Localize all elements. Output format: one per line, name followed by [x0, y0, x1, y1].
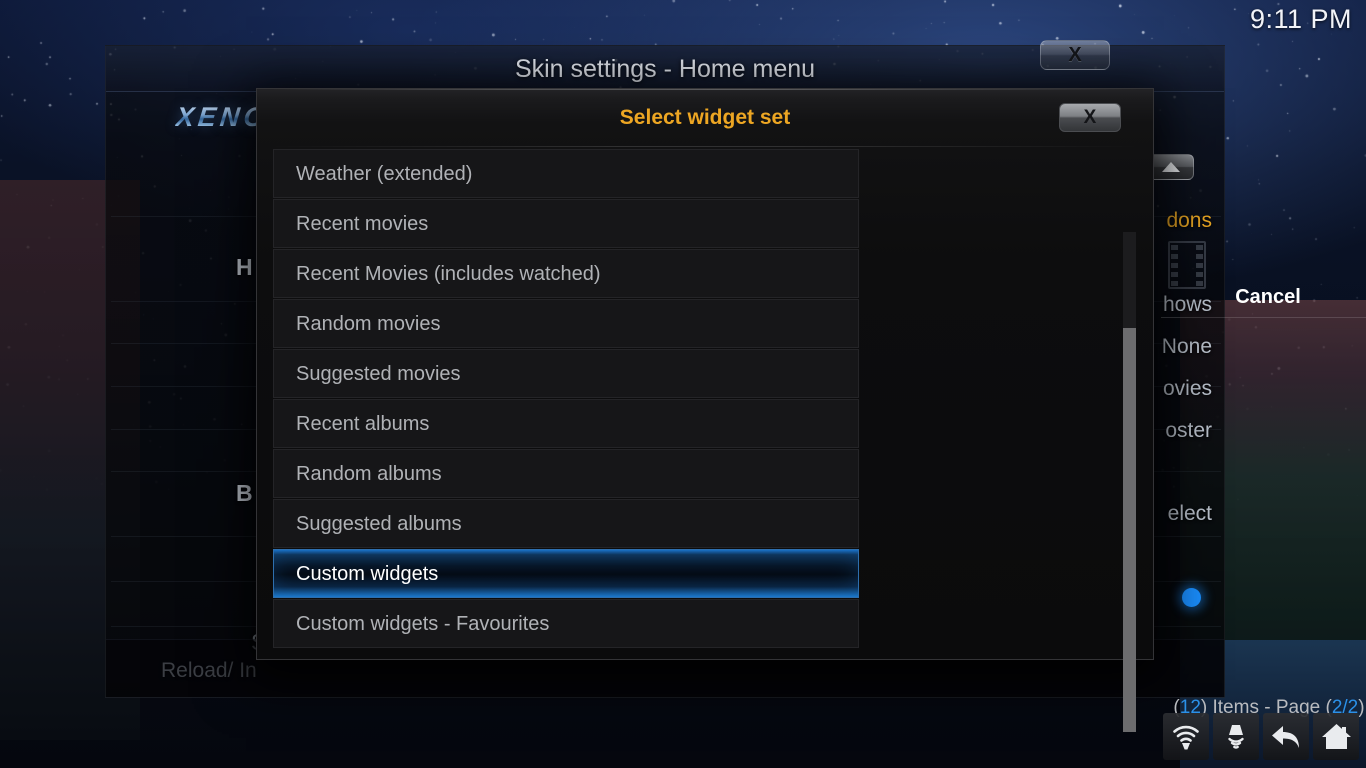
- wifi-signal-icon[interactable]: [1163, 713, 1209, 760]
- blue-dot-indicator: [1182, 588, 1201, 607]
- setting-label-backgrounds[interactable]: B: [236, 480, 253, 507]
- widget-set-list[interactable]: Weather (extended) Recent movies Recent Mo…: [273, 149, 859, 649]
- taskbar: [1155, 705, 1366, 768]
- chevron-up-icon[interactable]: [1147, 154, 1194, 180]
- list-item[interactable]: Recent Movies (includes watched): [273, 249, 859, 298]
- window-close-button[interactable]: X: [1040, 40, 1110, 70]
- list-item[interactable]: Random movies: [273, 299, 859, 348]
- list-scrollbar-thumb[interactable]: [1123, 328, 1136, 732]
- back-arrow-icon[interactable]: [1263, 713, 1309, 760]
- setting-value-none[interactable]: None: [1162, 335, 1212, 359]
- list-item[interactable]: Random albums: [273, 449, 859, 498]
- system-clock: 9:11 PM: [1249, 4, 1352, 34]
- setting-value-movies[interactable]: ovies: [1163, 377, 1212, 401]
- select-widget-set-dialog: Select widget set X Weather (extended) Re…: [256, 88, 1366, 732]
- list-item[interactable]: Custom widgets: [273, 549, 859, 598]
- cancel-underline: [1161, 317, 1366, 318]
- setting-value-poster[interactable]: oster: [1165, 419, 1212, 443]
- dialog-divider: [271, 146, 1139, 147]
- list-item[interactable]: Suggested albums: [273, 499, 859, 548]
- list-item[interactable]: Suggested movies: [273, 349, 859, 398]
- list-item[interactable]: Custom widgets - Favourites: [273, 599, 859, 648]
- home-icon[interactable]: [1313, 713, 1359, 760]
- list-item[interactable]: Recent movies: [273, 199, 859, 248]
- dialog-close-button[interactable]: X: [1059, 103, 1121, 132]
- list-scrollbar-track[interactable]: [1123, 232, 1136, 732]
- speaker-volume-icon[interactable]: [1213, 713, 1259, 760]
- list-item[interactable]: Recent albums: [273, 399, 859, 448]
- list-item[interactable]: Weather (extended): [273, 149, 859, 198]
- cancel-button[interactable]: Cancel: [1161, 281, 1366, 314]
- dialog-title: Select widget set: [619, 106, 791, 129]
- setting-value-select[interactable]: elect: [1168, 502, 1212, 526]
- setting-label-home[interactable]: H: [236, 254, 253, 281]
- setting-value-addons[interactable]: dons: [1166, 209, 1212, 233]
